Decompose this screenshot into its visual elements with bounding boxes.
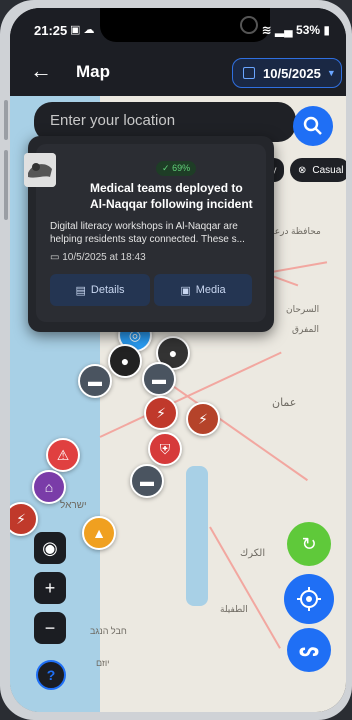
thumbnail-image: [24, 153, 56, 187]
road: [209, 526, 281, 649]
map-label: ישראל: [60, 500, 87, 511]
vehicle-marker[interactable]: ▬: [78, 364, 112, 398]
visibility-toggle-button[interactable]: ◉: [34, 532, 66, 564]
signal-icon: ≋ ▂▄: [261, 23, 293, 37]
map-label: חבל הנגב: [90, 626, 127, 636]
pin-icon: ●: [168, 345, 178, 361]
locate-me-button[interactable]: [284, 574, 334, 624]
map-label: יוזם: [96, 658, 110, 668]
security-marker[interactable]: ⛨: [148, 432, 182, 466]
chip-label: Casual: [312, 164, 344, 176]
refresh-button[interactable]: ↻: [287, 522, 331, 566]
confidence-value: 69%: [172, 163, 191, 173]
incident-marker[interactable]: ●: [108, 344, 142, 378]
filter-chip-casual[interactable]: ⊗ Casual: [290, 158, 346, 182]
date-picker-button[interactable]: 10/5/2025 ▼: [232, 58, 342, 88]
close-icon: ⊗: [298, 164, 307, 176]
lightning-icon: ⚡: [156, 404, 166, 421]
map-label: الكرك: [240, 548, 266, 559]
minus-icon: −: [44, 617, 56, 638]
volume-button: [4, 100, 8, 140]
building-marker[interactable]: ⌂: [32, 470, 66, 504]
search-icon: [303, 116, 322, 135]
truck-icon: ▬: [140, 473, 154, 489]
power-button: [4, 150, 8, 220]
incident-description-line1: Digital literacy workshops in Al-Naqqar …: [50, 221, 238, 232]
alert-marker[interactable]: ⚡: [144, 396, 178, 430]
bank-icon: ⌂: [44, 479, 54, 495]
image-icon: ▣: [180, 284, 191, 297]
route-button[interactable]: ᔕ: [287, 628, 331, 672]
zoom-in-button[interactable]: +: [34, 572, 66, 604]
route-icon: ᔕ: [298, 639, 320, 660]
dead-sea: [186, 466, 208, 606]
graduation-cap-icon: ▲: [92, 525, 106, 541]
calendar-icon: ▭: [50, 252, 60, 263]
truck-icon: ▬: [152, 371, 166, 387]
incident-thumbnail: [24, 153, 56, 187]
plus-icon: +: [44, 577, 56, 598]
eye-icon: ◉: [42, 537, 58, 558]
check-icon: ✓: [162, 163, 170, 173]
warning-marker[interactable]: ⚠: [46, 438, 80, 472]
calendar-icon: [243, 67, 255, 79]
map-label: محافظة درعا: [272, 226, 321, 236]
timestamp-text: 10/5/2025 at 18:43: [62, 252, 146, 263]
page-title: Map: [76, 62, 110, 81]
notification-icons: ▣ ☁: [70, 24, 95, 36]
date-value: 10/5/2025: [263, 65, 321, 81]
battery-indicator: ≋ ▂▄ 53% ▮: [262, 23, 330, 37]
question-icon: ?: [46, 667, 56, 683]
incident-title: Medical teams deployed to Al-Naqqar foll…: [90, 181, 253, 211]
status-bar: 21:25 ▣ ☁ ≋ ▂▄ 53% ▮: [10, 8, 346, 48]
incident-description-line2: helping residents stay connected. These …: [50, 234, 245, 245]
search-button[interactable]: [293, 106, 333, 146]
battery-icon: ▮: [323, 23, 330, 37]
vehicle-marker[interactable]: ▬: [130, 464, 164, 498]
zoom-out-button[interactable]: −: [34, 612, 66, 644]
incident-timestamp: ▭ 10/5/2025 at 18:43: [50, 252, 146, 263]
lightning-icon: ⚡: [198, 410, 208, 427]
confidence-badge: ✓ 69%: [156, 161, 197, 176]
camera-icon: [240, 16, 258, 34]
media-label: Media: [195, 284, 226, 296]
details-label: Details: [90, 284, 125, 296]
map-label: السرحان: [286, 304, 320, 314]
help-button[interactable]: ?: [36, 660, 66, 690]
shield-icon: ⛨: [159, 440, 171, 457]
chevron-down-icon: ▼: [326, 68, 336, 78]
refresh-icon: ↻: [301, 533, 317, 554]
road: [159, 376, 309, 482]
alert-marker[interactable]: ⚡: [186, 402, 220, 436]
document-icon: ▤: [75, 284, 86, 297]
crosshair-icon: [297, 587, 321, 611]
phone-frame: 21:25 ▣ ☁ ≋ ▂▄ 53% ▮ ← Map 10/5/2025 ▼ م…: [0, 0, 352, 720]
status-time: 21:25: [34, 23, 68, 38]
screen: 21:25 ▣ ☁ ≋ ▂▄ 53% ▮ ← Map 10/5/2025 ▼ م…: [10, 8, 346, 712]
back-arrow-icon[interactable]: ←: [30, 60, 54, 84]
vehicle-marker[interactable]: ▬: [142, 362, 176, 396]
pin-icon: ●: [120, 353, 130, 369]
lightning-icon: ⚡: [16, 510, 26, 527]
media-button[interactable]: ▣ Media: [154, 274, 252, 306]
education-marker[interactable]: ▲: [82, 516, 116, 550]
app-bar: ← Map 10/5/2025 ▼: [10, 48, 346, 96]
truck-icon: ▬: [88, 373, 102, 389]
battery-level: 53%: [296, 23, 321, 37]
map-label: المفرق: [292, 324, 319, 334]
map-label: عمان: [272, 397, 297, 409]
warning-icon: ⚠: [56, 446, 70, 463]
details-button[interactable]: ▤ Details: [50, 274, 150, 306]
map-label: الطفيلة: [220, 604, 248, 614]
